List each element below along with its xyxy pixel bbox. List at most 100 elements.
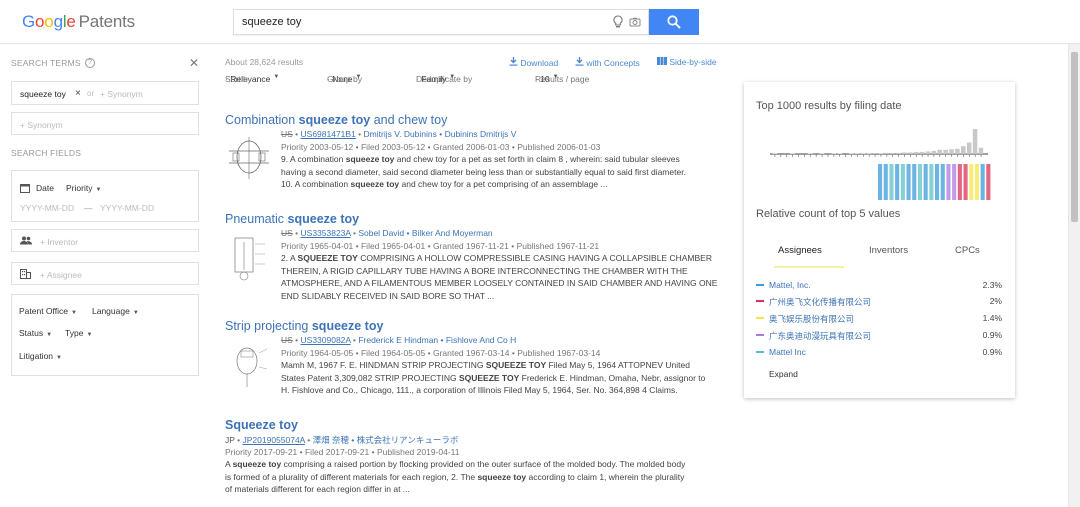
tab-cpcs[interactable]: CPCs [955, 245, 980, 256]
results-per-page-control[interactable]: Results / page · 10 ▼ [535, 74, 589, 84]
assignee-stripe[interactable] [923, 164, 928, 200]
histogram-bar[interactable] [878, 153, 884, 154]
type-dropdown[interactable]: Type ▼ [65, 328, 92, 338]
inventor-box[interactable]: + Inventor [11, 229, 199, 252]
google-patents-logo[interactable]: Google Patents [22, 12, 135, 32]
side-by-side-button[interactable]: Side-by-side [657, 57, 717, 67]
histogram-bar[interactable] [807, 153, 813, 154]
histogram-bar[interactable] [896, 152, 901, 154]
date-type-dropdown[interactable]: Priority ▼ [66, 183, 101, 193]
histogram-bar[interactable] [949, 149, 954, 154]
histogram-bar[interactable] [961, 146, 966, 154]
histogram-bar[interactable] [966, 142, 972, 154]
assignee-stripe[interactable] [900, 164, 905, 200]
group-by-control[interactable]: Group by · None ▼ [327, 74, 362, 84]
result-item[interactable]: Pneumatic squeeze toy US • US3353823A • … [225, 212, 721, 304]
histogram-bar[interactable] [866, 153, 872, 154]
assignee-stripe[interactable] [906, 164, 911, 200]
histogram-bar[interactable] [831, 153, 836, 154]
result-item[interactable]: Strip projecting squeeze toy US • US3309… [225, 319, 721, 399]
inventor-names[interactable]: Sobel David • Bilker And Moyerman [358, 228, 492, 238]
assignee-stripe[interactable] [974, 164, 979, 200]
assignee-stripe[interactable] [963, 164, 968, 200]
close-icon[interactable]: ✕ [189, 56, 199, 70]
assignee-stripe[interactable] [889, 164, 894, 200]
value-row[interactable]: Mattel, Inc. 2.3% [756, 280, 1002, 292]
histogram-bar[interactable] [872, 152, 878, 154]
assignee-stripe[interactable] [957, 164, 962, 200]
patent-office-dropdown[interactable]: Patent Office ▼ [19, 306, 77, 316]
camera-icon[interactable] [629, 17, 641, 29]
assignee-stripe[interactable] [980, 164, 985, 200]
histogram-bar[interactable] [925, 151, 931, 154]
patent-number-link[interactable]: JP2019055074A [242, 435, 304, 445]
search-box[interactable] [233, 9, 649, 35]
patent-number-link[interactable]: US3353823A [301, 228, 351, 238]
assignee-stripe[interactable] [878, 164, 883, 200]
assignee-stripe[interactable] [917, 164, 922, 200]
help-icon[interactable]: ? [85, 58, 95, 68]
histogram-bar[interactable] [837, 153, 842, 154]
histogram-bar[interactable] [772, 153, 778, 154]
value-row[interactable]: 奥飞娱乐股份有限公司 1.4% [756, 313, 1002, 325]
download-button[interactable]: Download [509, 57, 558, 68]
histogram-bar[interactable] [855, 153, 860, 154]
result-item[interactable]: Squeeze toy JP • JP2019055074A • 澤畑 奈穂 •… [225, 418, 721, 498]
patent-number-link[interactable]: US6981471B1 [301, 129, 356, 139]
histogram-bar[interactable] [955, 148, 960, 154]
histogram-bar[interactable] [919, 151, 925, 154]
histogram-bar[interactable] [943, 149, 948, 154]
synonym-input[interactable]: + Synonym [20, 120, 63, 130]
assignee-distribution-strip[interactable] [878, 164, 992, 200]
patent-drawing-thumbnail[interactable] [225, 133, 273, 187]
value-row[interactable]: 广东奥迪动漫玩具有限公司 0.9% [756, 330, 1002, 342]
histogram-bar[interactable] [819, 153, 825, 154]
date-from-input[interactable]: YYYY-MM-DD [20, 203, 74, 213]
histogram-bar[interactable] [790, 153, 795, 154]
tab-inventors[interactable]: Inventors [869, 245, 908, 256]
result-title[interactable]: Combination squeeze toy and chew toy [225, 113, 721, 127]
inventor-names[interactable]: Frederick E Hindman • Fishlove And Co H [358, 335, 516, 345]
filing-date-histogram[interactable] [770, 126, 992, 160]
assignee-stripe[interactable] [883, 164, 888, 200]
assignee-stripe[interactable] [929, 164, 934, 200]
result-title[interactable]: Squeeze toy [225, 418, 721, 432]
lightbulb-icon[interactable] [613, 15, 623, 31]
histogram-bar[interactable] [890, 152, 895, 154]
expand-button[interactable]: Expand [769, 369, 798, 379]
histogram-bar[interactable] [937, 149, 942, 154]
histogram-bar[interactable] [860, 153, 866, 154]
assignee-stripe[interactable] [895, 164, 900, 200]
patent-drawing-thumbnail[interactable] [225, 232, 273, 286]
histogram-bar[interactable] [931, 150, 937, 154]
inventor-input[interactable]: + Inventor [40, 237, 78, 247]
litigation-dropdown[interactable]: Litigation ▼ [19, 351, 62, 361]
result-title[interactable]: Strip projecting squeeze toy [225, 319, 721, 333]
search-button[interactable] [649, 9, 699, 35]
histogram-bar[interactable] [908, 152, 913, 154]
assignee-stripe[interactable] [940, 164, 945, 200]
histogram-bar[interactable] [978, 147, 984, 154]
assignee-stripe[interactable] [952, 164, 957, 200]
histogram-bar[interactable] [902, 152, 907, 154]
patent-number-link[interactable]: US3309082A [301, 335, 351, 345]
remove-term-icon[interactable]: × [75, 88, 81, 99]
inventor-names[interactable]: 澤畑 奈穂 • 株式会社リアンキューラボ [313, 435, 459, 445]
value-row[interactable]: 广州奥飞文化传播有限公司 2% [756, 296, 1002, 308]
search-term-box[interactable]: squeeze toy × or + Synonym [11, 81, 199, 105]
download-with-concepts-button[interactable]: with Concepts [575, 57, 640, 68]
histogram-bar[interactable] [972, 129, 978, 154]
patent-drawing-thumbnail[interactable] [225, 339, 273, 393]
assignee-stripe[interactable] [946, 164, 951, 200]
page-scrollbar[interactable] [1068, 44, 1080, 507]
result-item[interactable]: Combination squeeze toy and chew toy US … [225, 113, 721, 193]
sort-by-control[interactable]: Sort by · Relevance ▼ [225, 74, 279, 84]
synonym-inline-input[interactable]: + Synonym [100, 89, 143, 99]
assignee-input[interactable]: + Assignee [40, 270, 82, 280]
assignee-stripe[interactable] [935, 164, 940, 200]
language-dropdown[interactable]: Language ▼ [92, 306, 139, 316]
histogram-bar[interactable] [884, 152, 889, 154]
scrollbar-thumb[interactable] [1071, 52, 1078, 222]
date-to-input[interactable]: YYYY-MM-DD [100, 203, 154, 213]
assignee-stripe[interactable] [969, 164, 974, 200]
